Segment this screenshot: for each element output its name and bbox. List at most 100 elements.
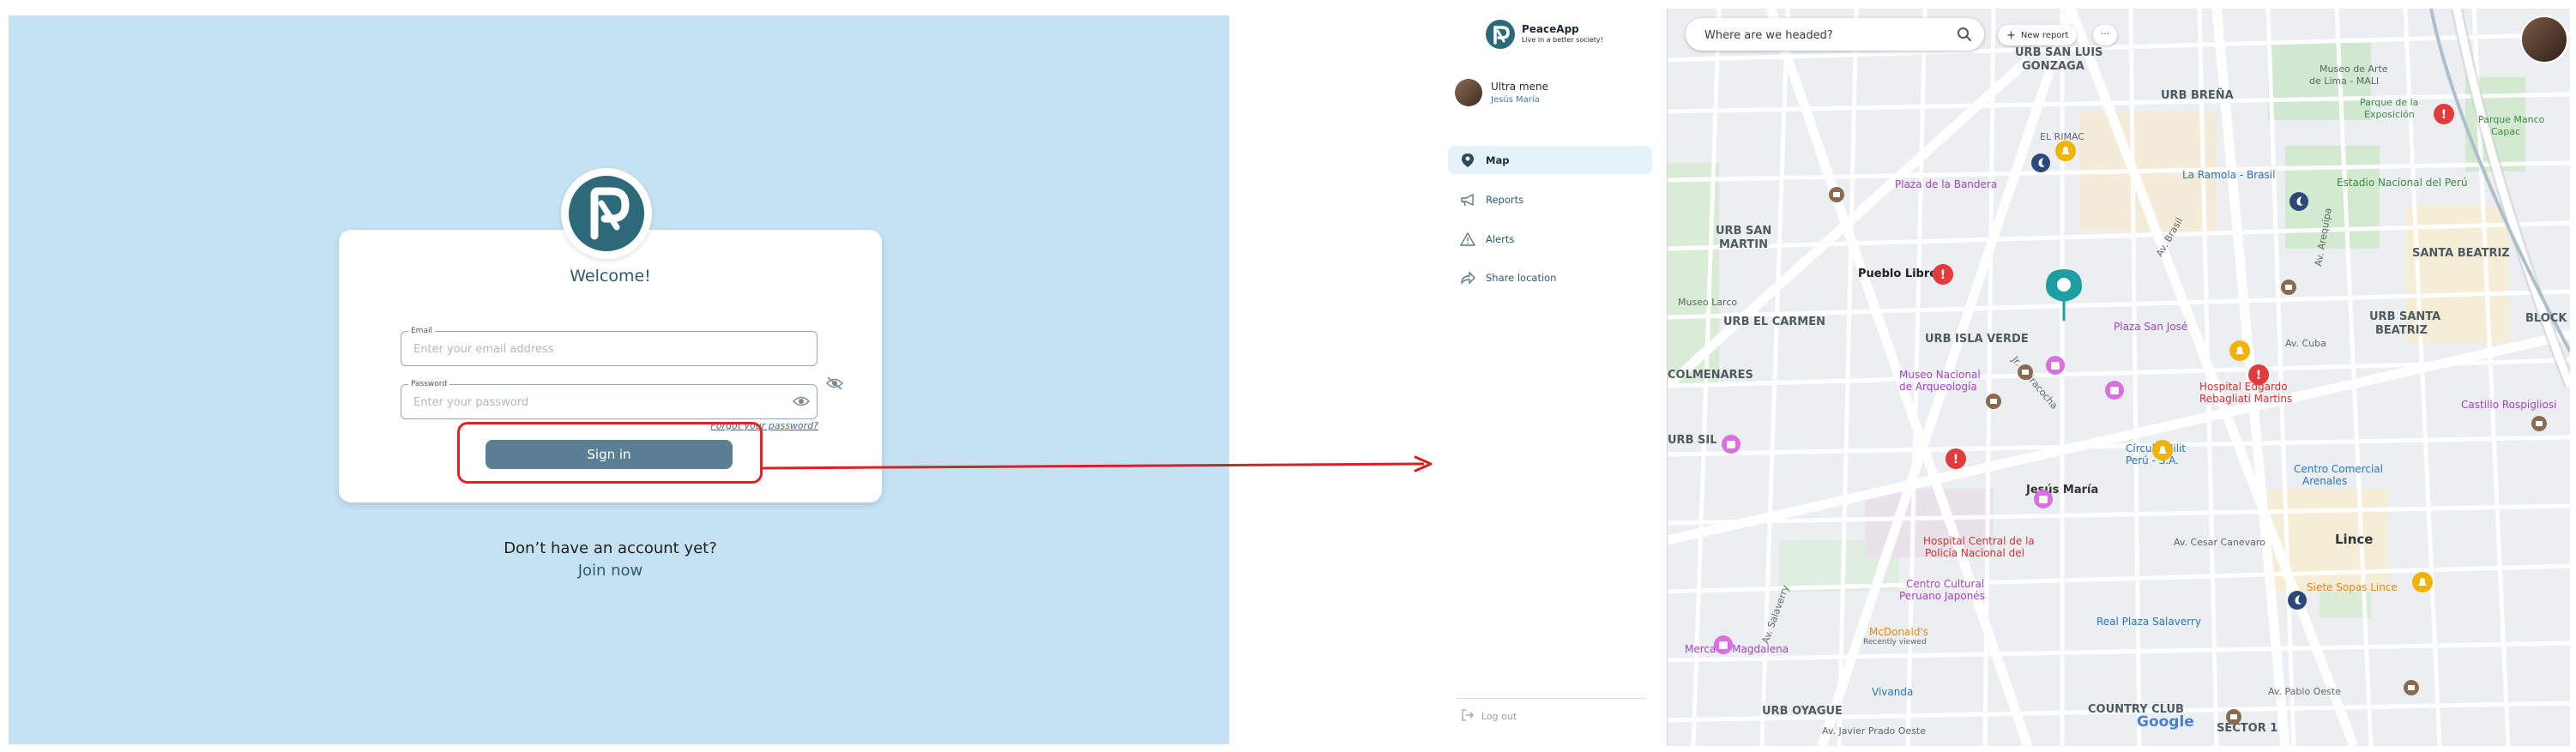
map-label: Plaza San José [2114, 321, 2188, 333]
alert-marker-icon[interactable]: ! [2433, 103, 2455, 125]
selected-location-pin-icon[interactable] [2042, 268, 2085, 322]
no-account-text: Don’t have an account yet? [504, 539, 717, 557]
cafe-marker-icon[interactable] [1985, 393, 2002, 410]
map-search-box[interactable] [1686, 18, 1984, 52]
map-label: URB SAN [1716, 225, 1772, 238]
map-user-avatar[interactable] [2520, 15, 2568, 63]
bell-marker-icon[interactable] [2411, 571, 2434, 593]
shopping-marker-icon[interactable] [2033, 489, 2054, 509]
nav-item-alerts[interactable]: Alerts [1448, 225, 1652, 253]
email-input[interactable] [412, 332, 775, 367]
map-label: Vivanda [1872, 686, 1914, 698]
brand-logo-icon [1485, 19, 1516, 53]
map-label: Mercado Magdalena [1685, 643, 1789, 655]
map-label: Hospital Edgardo [2199, 381, 2288, 393]
peaceapp-logo [561, 168, 652, 259]
bell-marker-icon[interactable] [2151, 439, 2174, 461]
nav-item-map[interactable]: Map [1448, 146, 1652, 174]
app-sidebar [1442, 9, 1667, 746]
user-location: Jesús María [1491, 95, 1540, 105]
new-report-button[interactable]: + New report [1998, 25, 2078, 45]
shopping-marker-icon[interactable] [2104, 380, 2125, 400]
join-now-link[interactable]: Join now [339, 562, 882, 580]
map-label: MARTIN [1719, 238, 1769, 251]
svg-text:!: ! [2441, 108, 2446, 122]
nav-item-label: Alerts [1486, 232, 1515, 245]
svg-text:!: ! [1940, 268, 1946, 282]
search-icon[interactable] [1957, 27, 1972, 45]
map-label: McDonald's [1869, 626, 1928, 638]
logout-icon [1461, 708, 1475, 725]
signin-button[interactable]: Sign in [486, 440, 733, 469]
map-label: Capac [2491, 126, 2521, 137]
logout-divider [1456, 698, 1646, 699]
logout-button[interactable]: Log out [1461, 708, 1517, 725]
bell-marker-icon[interactable] [2229, 340, 2251, 362]
cafe-marker-icon[interactable] [2225, 708, 2242, 725]
show-password-icon[interactable] [792, 394, 811, 412]
map-pin-icon [1458, 151, 1477, 170]
map-search-input[interactable] [1703, 18, 1955, 52]
shopping-marker-icon[interactable] [1713, 635, 1734, 655]
user-avatar[interactable] [1455, 79, 1482, 106]
cafe-marker-icon[interactable] [2280, 279, 2297, 296]
moon-marker-icon[interactable] [2030, 153, 2051, 173]
cafe-marker-icon[interactable] [2531, 415, 2548, 432]
user-name: Ultra mene [1491, 81, 1548, 93]
brand-tagline: Live in a better society! [1522, 36, 1603, 44]
map-label: BLOCK 1 [2525, 312, 2570, 325]
alert-marker-icon[interactable]: ! [2247, 364, 2270, 386]
shopping-marker-icon[interactable] [1721, 434, 1741, 454]
map-label: Arenales [2302, 475, 2348, 487]
nav-item-share-location[interactable]: Share location [1448, 263, 1652, 292]
more-options-button[interactable]: ··· [2093, 25, 2117, 45]
map-label: COLMENARES [1668, 369, 1753, 382]
email-field[interactable]: Email [401, 326, 817, 367]
map-label: Parque de la [2360, 97, 2419, 108]
cafe-marker-icon[interactable] [2403, 679, 2420, 696]
google-logo: Google [2137, 713, 2194, 731]
map-label: URB SAN LUIS [2015, 46, 2103, 59]
shopping-marker-icon[interactable] [2045, 355, 2066, 376]
map-label: URB OYAGUE [1762, 705, 1843, 718]
bell-marker-icon[interactable] [2054, 140, 2077, 162]
svg-text:!: ! [1953, 453, 1958, 466]
map-label: La Ramola - Brasil [2182, 169, 2276, 181]
password-field[interactable]: Password [401, 379, 817, 420]
map-label: Siete Sopas Lince [2307, 581, 2398, 593]
map-label: Real Plaza Salaverry [2096, 616, 2201, 628]
cafe-marker-icon[interactable] [1828, 186, 1845, 203]
map-label: de Lima - MALI [2309, 75, 2380, 87]
new-report-label: New report [2020, 30, 2069, 40]
moon-marker-icon[interactable] [2287, 590, 2308, 611]
nav-item-label: Share location [1486, 271, 1557, 284]
map-label: GONZAGA [2022, 60, 2084, 73]
map-label: Museo Larco [1678, 297, 1738, 308]
map-label: Plaza de la Bandera [1895, 178, 1998, 190]
hide-password-icon[interactable] [825, 376, 844, 394]
nav-item-label: Reports [1486, 193, 1524, 206]
alert-marker-icon[interactable]: ! [1932, 263, 1954, 286]
map-label: Exposición [2364, 109, 2415, 120]
share-icon [1458, 268, 1477, 287]
map-label: de Arqueología [1899, 381, 1977, 393]
map-label: Centro Cultural [1906, 578, 1985, 590]
map-label: Centro Comercial [2294, 463, 2383, 475]
map-label: Estadio Nacional del Perú [2337, 177, 2468, 189]
map-label: Lince [2335, 532, 2374, 547]
map-label: Av. Cesar Canevaro [2174, 537, 2265, 548]
map-label: Rebagliati Martins [2199, 393, 2293, 405]
brand-name: PeaceApp [1522, 23, 1579, 35]
map-label: URB ISLA VERDE [1925, 333, 2029, 346]
map-label: Hospital Central de la [1923, 535, 2035, 547]
moon-marker-icon[interactable] [2289, 191, 2309, 212]
svg-text:!: ! [2256, 369, 2261, 382]
welcome-title: Welcome! [570, 267, 651, 286]
password-input[interactable] [412, 385, 775, 420]
alert-marker-icon[interactable]: ! [1945, 448, 1967, 470]
logout-label: Log out [1481, 711, 1517, 722]
map-label: SANTA BEATRIZ [2412, 247, 2510, 260]
cafe-marker-icon[interactable] [2017, 364, 2034, 381]
map-label: URB SIL [1668, 434, 1717, 447]
nav-item-reports[interactable]: Reports [1448, 185, 1652, 214]
